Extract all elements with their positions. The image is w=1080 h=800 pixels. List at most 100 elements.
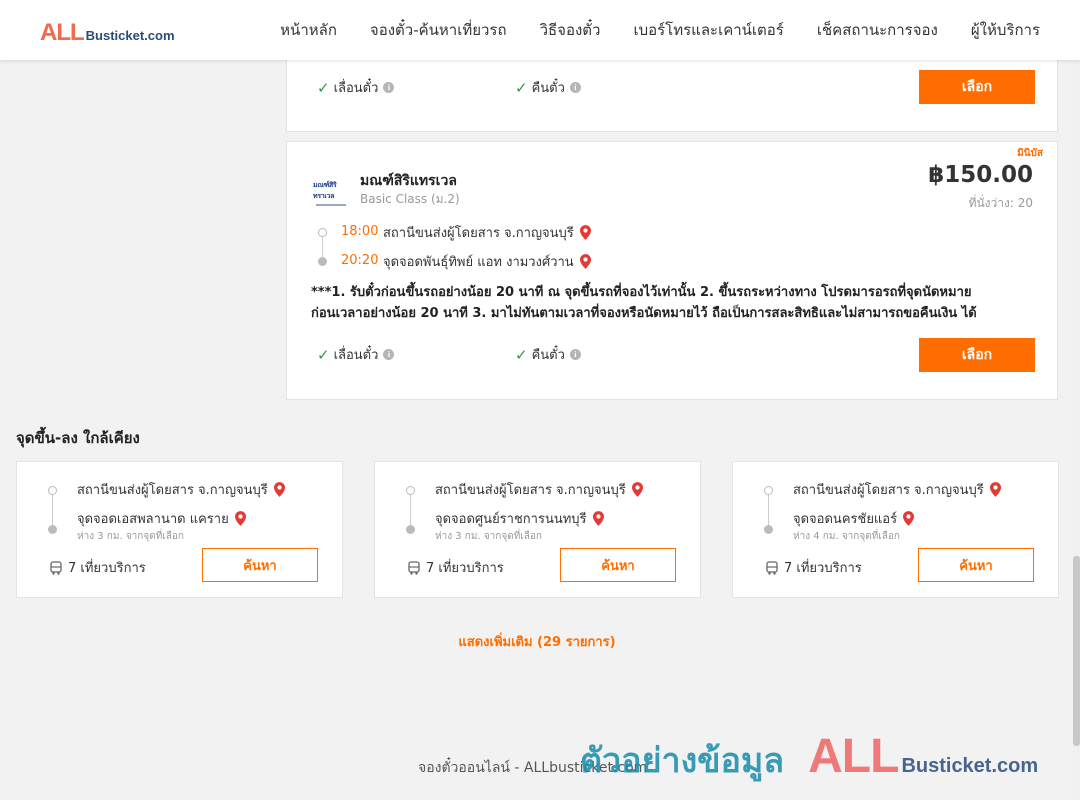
operator-logo-text: มณฑ์สิริ ทราเวล: [313, 181, 337, 200]
nearby-stops-title: จุดขึ้น-ลง ใกล้เคียง: [16, 429, 140, 447]
feature-change-ticket: ✓ เลื่อนตั๋ว i: [317, 344, 395, 365]
feature-change-label: เลื่อนตั๋ว: [333, 348, 379, 363]
origin-dot: [318, 228, 327, 237]
map-pin-icon[interactable]: [579, 254, 591, 269]
logo-busticket-text: Busticket.com: [85, 28, 175, 43]
operator-logo: มณฑ์สิริ ทราเวล: [313, 180, 353, 206]
arrival-time: 20:20: [341, 253, 379, 268]
seats-available: ที่นั่งว่าง: 20: [968, 196, 1033, 210]
nearby-to-label: จุดจอดเอสพลานาด แคราย: [77, 512, 229, 527]
search-nearby-button[interactable]: ค้นหา: [560, 548, 676, 582]
site-logo[interactable]: ALL Busticket.com: [40, 19, 175, 47]
map-pin-icon[interactable]: [234, 511, 246, 526]
nearby-to-label: จุดจอดศูนย์ราชการนนทบุรี: [435, 512, 587, 527]
logo-all-text: ALL: [40, 19, 85, 46]
feature-refund-label: คืนตั๋ว: [531, 81, 565, 96]
select-trip-button[interactable]: เลือก: [919, 338, 1035, 372]
top-header: ALL Busticket.com หน้าหลัก จองตั๋ว-ค้นหา…: [0, 0, 1080, 60]
nearby-distance: ห่าง 3 กม. จากจุดที่เลือก: [77, 531, 184, 542]
nearby-trip-count: 7 เที่ยวบริการ: [765, 557, 862, 578]
feature-refund-ticket: ✓ คืนตั๋ว i: [515, 77, 581, 98]
check-icon: ✓: [317, 345, 330, 364]
info-icon[interactable]: i: [569, 349, 581, 360]
nearby-to-stop: จุดจอดนครชัยแอร์: [793, 508, 915, 529]
bus-icon: [408, 560, 420, 575]
map-pin-icon[interactable]: [989, 482, 1001, 497]
map-pin-icon[interactable]: [903, 511, 915, 526]
footer-text: จองตั๋วออนไลน์ - ALLbusticket.com: [418, 760, 648, 776]
nearby-to-label: จุดจอดนครชัยแอร์: [793, 512, 898, 527]
nav-home[interactable]: หน้าหลัก: [280, 18, 337, 42]
check-icon: ✓: [515, 78, 528, 97]
trip-card: มินิบัส มณฑ์สิริ ทราเวล มณฑ์สิริแทรเวล B…: [286, 141, 1058, 400]
nearby-from-label: สถานีขนส่งผู้โดยสาร จ.กาญจนบุรี: [435, 483, 626, 498]
nav-how-to-book[interactable]: วิธีจองตั๋ว: [540, 18, 601, 42]
check-icon: ✓: [317, 78, 330, 97]
arrival-stop[interactable]: จุดจอดพันธุ์ทิพย์ แอท งามวงศ์วาน: [383, 251, 591, 272]
departure-stop[interactable]: สถานีขนส่งผู้โดยสาร จ.กาญจนบุรี: [383, 222, 591, 243]
sample-data-watermark: ตัวอย่างข้อมูล ALL Busticket.com: [580, 729, 1038, 787]
map-pin-icon[interactable]: [592, 511, 604, 526]
feature-refund-label: คืนตั๋ว: [531, 348, 565, 363]
nearby-from-stop: สถานีขนส่งผู้โดยสาร จ.กาญจนบุรี: [793, 479, 1001, 500]
nav-book-search[interactable]: จองตั๋ว-ค้นหาเที่ยวรถ: [370, 18, 507, 42]
destination-dot: [764, 525, 773, 534]
nearby-from-label: สถานีขนส่งผู้โดยสาร จ.กาญจนบุรี: [77, 483, 268, 498]
info-icon[interactable]: i: [383, 349, 395, 360]
vehicle-type-badge: มินิบัส: [1017, 148, 1043, 159]
trip-conditions-note: ***1. รับตั๋วก่อนขึ้นรถอย่างน้อย 20 นาที…: [311, 282, 1041, 324]
destination-dot: [318, 257, 327, 266]
destination-dot: [406, 525, 415, 534]
check-icon: ✓: [515, 345, 528, 364]
note-line-2: ก่อนเวลาอย่างน้อย 20 นาที 3. มาไม่ทันตาม…: [311, 306, 977, 321]
trip-card-previous: ✓ เลื่อนตั๋ว i ✓ คืนตั๋ว i เลือก: [286, 50, 1058, 132]
nearby-from-stop: สถานีขนส่งผู้โดยสาร จ.กาญจนบุรี: [435, 479, 643, 500]
search-nearby-button[interactable]: ค้นหา: [918, 548, 1034, 582]
nearby-distance: ห่าง 4 กม. จากจุดที่เลือก: [793, 531, 900, 542]
map-pin-icon[interactable]: [631, 482, 643, 497]
nearby-trip-count-label: 7 เที่ยวบริการ: [426, 561, 504, 576]
map-pin-icon[interactable]: [579, 225, 591, 240]
nav-operators[interactable]: ผู้ให้บริการ: [971, 18, 1040, 42]
nearby-from-stop: สถานีขนส่งผู้โดยสาร จ.กาญจนบุรี: [77, 479, 285, 500]
watermark-logo-rest: Busticket.com: [901, 755, 1039, 777]
nearby-to-stop: จุดจอดศูนย์ราชการนนทบุรี: [435, 508, 604, 529]
watermark-logo-all: ALL: [808, 730, 899, 783]
feature-refund-ticket: ✓ คืนตั๋ว i: [515, 344, 581, 365]
info-icon[interactable]: i: [569, 82, 581, 93]
nav-contacts-counters[interactable]: เบอร์โทรและเคาน์เตอร์: [633, 18, 783, 42]
nearby-trip-count: 7 เที่ยวบริการ: [49, 557, 146, 578]
feature-change-label: เลื่อนตั๋ว: [333, 81, 379, 96]
show-more-link[interactable]: แสดงเพิ่มเติม (29 รายการ): [0, 631, 1074, 652]
origin-dot: [406, 486, 415, 495]
main-nav: หน้าหลัก จองตั๋ว-ค้นหาเที่ยวรถ วิธีจองตั…: [247, 0, 1040, 60]
nearby-trip-count-label: 7 เที่ยวบริการ: [68, 561, 146, 576]
arrival-stop-label: จุดจอดพันธุ์ทิพย์ แอท งามวงศ์วาน: [383, 255, 574, 270]
nearby-trip-count: 7 เที่ยวบริการ: [407, 557, 504, 578]
operator-name: มณฑ์สิริแทรเวล: [360, 173, 457, 189]
note-line-1: ***1. รับตั๋วก่อนขึ้นรถอย่างน้อย 20 นาที…: [311, 285, 972, 300]
departure-time: 18:00: [341, 224, 379, 239]
map-pin-icon[interactable]: [273, 482, 285, 497]
nearby-distance: ห่าง 3 กม. จากจุดที่เลือก: [435, 531, 542, 542]
origin-dot: [764, 486, 773, 495]
service-class: Basic Class (ม.2): [360, 192, 460, 206]
nearby-stop-card: สถานีขนส่งผู้โดยสาร จ.กาญจนบุรี จุดจอดนค…: [732, 461, 1059, 598]
nav-check-booking[interactable]: เช็คสถานะการจอง: [817, 18, 938, 42]
destination-dot: [48, 525, 57, 534]
nearby-to-stop: จุดจอดเอสพลานาด แคราย: [77, 508, 246, 529]
origin-dot: [48, 486, 57, 495]
page-scrollbar-thumb[interactable]: [1073, 556, 1080, 746]
search-nearby-button[interactable]: ค้นหา: [202, 548, 318, 582]
nearby-from-label: สถานีขนส่งผู้โดยสาร จ.กาญจนบุรี: [793, 483, 984, 498]
info-icon[interactable]: i: [383, 82, 395, 93]
bus-icon: [50, 560, 62, 575]
nearby-trip-count-label: 7 เที่ยวบริการ: [784, 561, 862, 576]
ticket-price: ฿150.00: [928, 162, 1033, 188]
departure-stop-label: สถานีขนส่งผู้โดยสาร จ.กาญจนบุรี: [383, 226, 574, 241]
feature-change-ticket: ✓ เลื่อนตั๋ว i: [317, 77, 395, 98]
nearby-stop-card: สถานีขนส่งผู้โดยสาร จ.กาญจนบุรี จุดจอดเอ…: [16, 461, 343, 598]
bus-icon: [766, 560, 778, 575]
select-trip-button[interactable]: เลือก: [919, 70, 1035, 104]
nearby-stop-card: สถานีขนส่งผู้โดยสาร จ.กาญจนบุรี จุดจอดศู…: [374, 461, 701, 598]
